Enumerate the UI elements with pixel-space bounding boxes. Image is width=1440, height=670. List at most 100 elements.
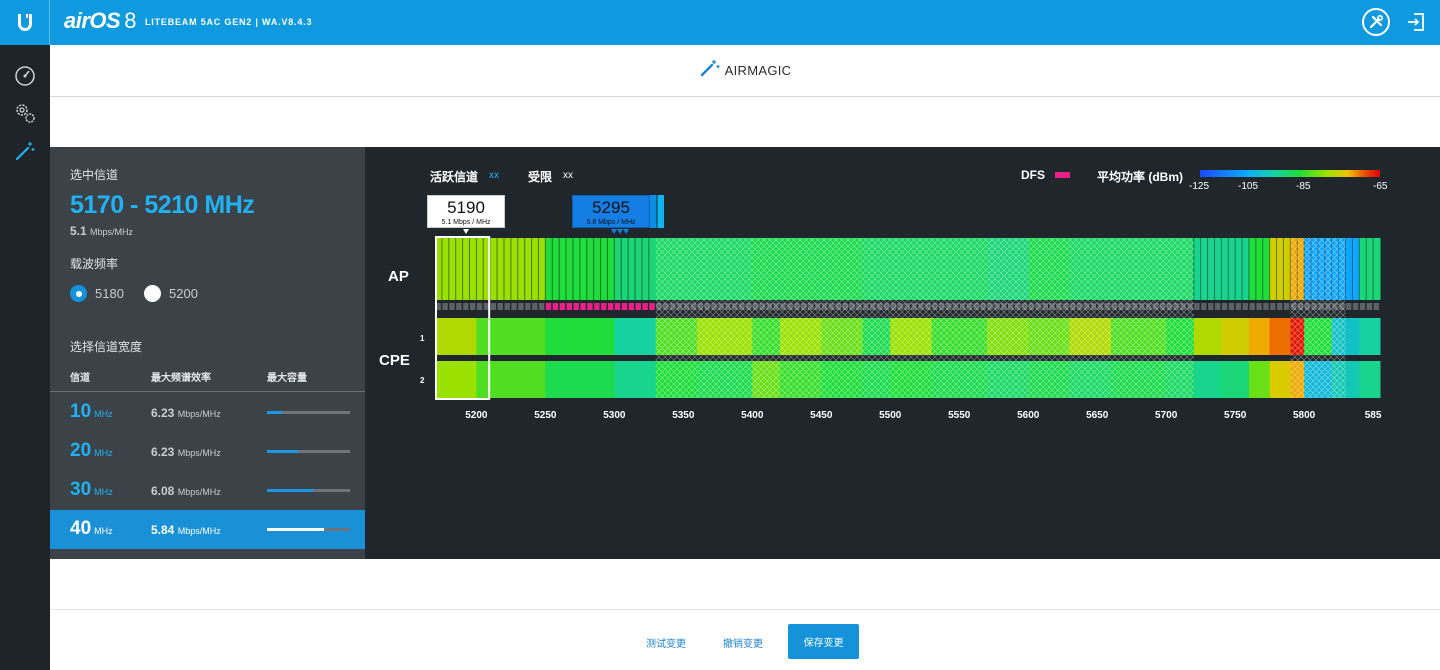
channel-marker <box>525 303 531 310</box>
channel-marker <box>1283 303 1290 310</box>
cpe2-heat-cell <box>1193 361 1222 398</box>
dfs-channel-marker <box>587 303 593 310</box>
capacity-fill <box>267 450 298 453</box>
callout-pointer <box>617 229 623 234</box>
carrier-radio-5200[interactable] <box>144 285 161 302</box>
ap-heat-cell <box>1359 238 1381 300</box>
dfs-channel-marker <box>635 303 641 310</box>
cpe1-heat-cell <box>545 318 615 355</box>
channel-marker <box>1208 303 1214 310</box>
channel-marker <box>1249 303 1255 310</box>
divider <box>50 391 365 392</box>
cpe1-heat-cell <box>1221 318 1250 355</box>
magic-wand-icon[interactable] <box>12 138 38 164</box>
cpe2-heat-cell <box>614 361 657 398</box>
test-changes-button[interactable]: 测试变更 <box>646 635 686 650</box>
carrier-option-label[interactable]: 5200 <box>169 286 198 301</box>
cpe1-heat-cell <box>476 318 546 355</box>
channel-width-row[interactable]: 40 MHz 5.84 Mbps/MHz <box>50 510 365 549</box>
width-value: 20 MHz <box>70 440 113 461</box>
carrier-frequency-label: 载波频率 <box>70 257 119 271</box>
dfs-channel-marker <box>566 303 572 310</box>
x-tick-label: 5500 <box>879 410 902 421</box>
brand-logo[interactable]: airOS 8 <box>64 8 136 34</box>
best-channel-callout-edge <box>650 195 664 228</box>
ap-heat-cell <box>1269 238 1291 300</box>
cpe1-heat-cell <box>435 318 477 355</box>
channel-marker <box>469 303 476 310</box>
width-value: 30 MHz <box>70 479 113 500</box>
best-channel-callout[interactable]: 5295 5.8 Mbps / MHz <box>572 195 650 228</box>
cpe2-heat-cell <box>1221 361 1250 398</box>
column-header: 最大频谱效率 <box>151 373 211 384</box>
dfs-channel-marker <box>594 303 600 310</box>
capacity-bar <box>267 489 350 492</box>
x-tick-label: 5350 <box>672 410 695 421</box>
top-bar: airOS 8 LITEBEAM 5AC GEN2 | WA.V8.4.3 <box>0 0 1440 45</box>
cpe1-heat-cell <box>1359 318 1381 355</box>
spectrum-chart-panel: 活跃信道 xx 受限 xx DFS 平均功率 (dBm) -125 -105 -… <box>365 147 1440 559</box>
channel-marker <box>1214 303 1221 310</box>
carrier-radio-5180[interactable] <box>70 285 87 302</box>
channel-marker <box>449 303 455 310</box>
sidebar <box>0 45 50 670</box>
column-header: 信道 <box>70 373 90 384</box>
channel-marker <box>538 303 545 310</box>
x-tick-label: 5400 <box>741 410 764 421</box>
callout-pointer <box>623 229 629 234</box>
dfs-channel-marker <box>601 303 607 310</box>
efficiency-value: 6.08 Mbps/MHz <box>151 484 221 498</box>
channel-marker <box>1352 303 1359 310</box>
channel-width-row[interactable]: 20 MHz 6.23 Mbps/MHz <box>50 432 365 471</box>
x-tick-label: 5450 <box>810 410 833 421</box>
selected-channel-callout[interactable]: 5190 5.1 Mbps / MHz <box>427 195 505 228</box>
channel-marker <box>1242 303 1248 310</box>
channel-marker <box>490 303 497 310</box>
tools-icon[interactable] <box>1362 8 1390 36</box>
gauge-icon[interactable] <box>12 63 38 89</box>
ubiquiti-logo-icon[interactable] <box>0 0 50 45</box>
spectrum-heatmap[interactable] <box>365 147 1440 427</box>
dfs-channel-marker <box>614 303 621 310</box>
cpe-row-number: 2 <box>420 376 425 385</box>
cpe2-heat-cell <box>545 361 615 398</box>
selected-efficiency: 5.1 Mbps/MHz <box>70 224 134 238</box>
channel-marker <box>442 303 448 310</box>
dfs-channel-marker <box>559 303 566 310</box>
carrier-option-label[interactable]: 5180 <box>95 286 124 301</box>
x-tick-label: 585 <box>1364 410 1382 421</box>
x-tick-label: 5300 <box>603 410 626 421</box>
dfs-channel-marker <box>649 303 655 310</box>
cpe1-heat-cell <box>1248 318 1271 355</box>
capacity-bar <box>267 450 350 453</box>
cpe2-heat-cell <box>476 361 546 398</box>
dfs-channel-marker <box>628 303 635 310</box>
channel-marker <box>476 303 483 310</box>
capacity-bar <box>267 528 350 531</box>
save-changes-button[interactable]: 保存变更 <box>788 624 859 659</box>
ap-heat-cell <box>1248 238 1271 300</box>
channel-marker <box>1221 303 1228 310</box>
logout-icon[interactable] <box>1404 10 1428 34</box>
efficiency-value: 6.23 Mbps/MHz <box>151 445 221 459</box>
page-title: AIRMAGIC <box>724 63 792 78</box>
selected-channel-range: 5170 - 5210 MHz <box>70 191 255 219</box>
callout-pointer <box>463 229 469 234</box>
channel-marker <box>1270 303 1276 310</box>
magic-wand-icon <box>699 59 721 82</box>
channel-width-row[interactable]: 30 MHz 6.08 Mbps/MHz <box>50 471 365 510</box>
gears-icon[interactable] <box>12 100 38 126</box>
channel-marker <box>497 303 503 310</box>
discard-changes-button[interactable]: 撤销变更 <box>723 635 763 650</box>
channel-marker <box>1228 303 1235 310</box>
channel-width-row[interactable]: 10 MHz 6.23 Mbps/MHz <box>50 393 365 432</box>
cpe2-heat-cell <box>1248 361 1271 398</box>
dfs-channel-marker <box>580 303 586 310</box>
dfs-channel-marker <box>621 303 628 310</box>
channel-marker <box>1366 303 1373 310</box>
channel-marker <box>518 303 524 310</box>
efficiency-value: 6.23 Mbps/MHz <box>151 406 221 420</box>
capacity-fill <box>267 489 313 492</box>
restricted-overlay <box>655 238 1194 398</box>
x-tick-label: 5550 <box>948 410 971 421</box>
